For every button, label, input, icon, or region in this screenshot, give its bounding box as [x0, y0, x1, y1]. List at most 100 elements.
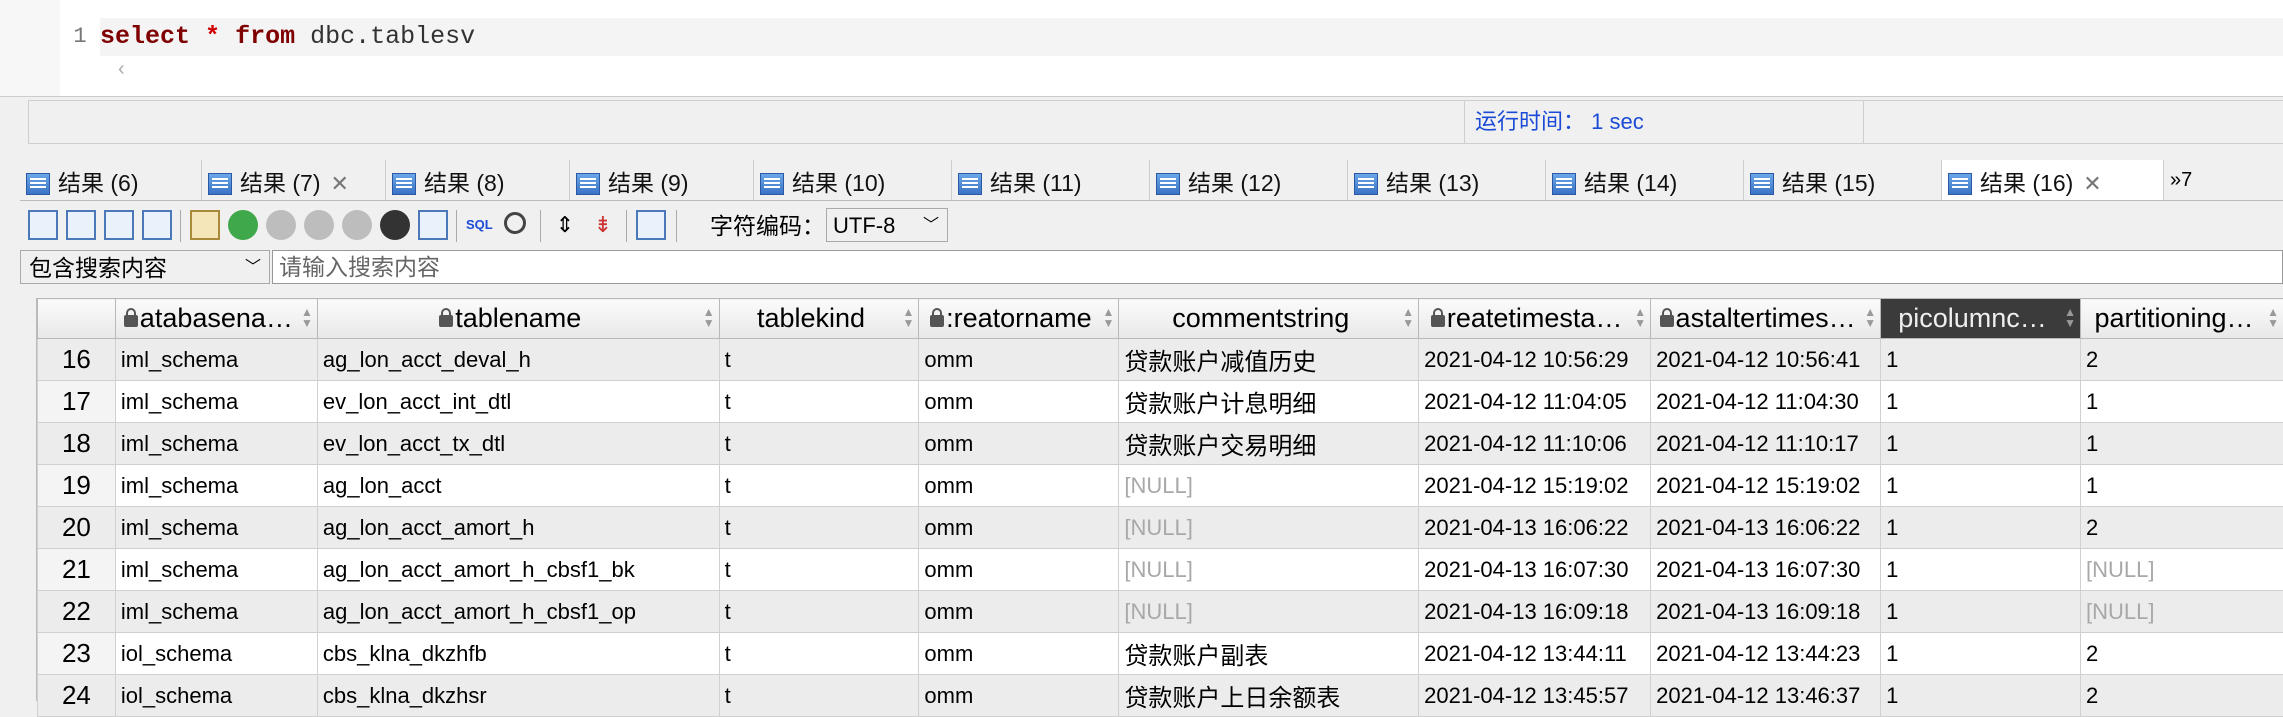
table-cell[interactable]: iol_schema [115, 633, 317, 675]
table-cell[interactable]: t [719, 339, 919, 381]
table-cell[interactable]: 2 [2081, 633, 2283, 675]
table-cell[interactable]: omm [919, 549, 1119, 591]
table-cell[interactable]: [NULL] [2081, 591, 2283, 633]
table-cell[interactable]: 1 [1881, 465, 2081, 507]
table-cell[interactable]: 贷款账户副表 [1119, 633, 1419, 675]
paste-icon[interactable] [190, 210, 220, 240]
table-cell[interactable]: 1 [1881, 633, 2081, 675]
table-cell[interactable]: iml_schema [115, 507, 317, 549]
table-cell[interactable]: 1 [2081, 465, 2283, 507]
table-cell[interactable]: [NULL] [1119, 591, 1419, 633]
table-cell[interactable]: cbs_klna_dkzhfb [317, 633, 719, 675]
table-row[interactable]: 17iml_schemaev_lon_acct_int_dtltomm贷款账户计… [38, 381, 2283, 423]
table-cell[interactable]: t [719, 423, 919, 465]
export-edit-icon[interactable] [142, 210, 172, 240]
table-cell[interactable]: omm [919, 591, 1119, 633]
table-cell[interactable]: 2021-04-13 16:07:30 [1651, 549, 1881, 591]
table-cell[interactable]: 2021-04-12 13:45:57 [1419, 675, 1651, 717]
table-cell[interactable]: 2021-04-12 11:10:06 [1419, 423, 1651, 465]
table-cell[interactable]: 1 [2081, 381, 2283, 423]
window-icon[interactable] [418, 210, 448, 240]
table-cell[interactable]: iml_schema [115, 549, 317, 591]
result-grid[interactable]: atabasena…▲▼ tablename▲▼ tablekind▲▼ :re… [36, 298, 2283, 701]
table-cell[interactable]: 1 [1881, 381, 2081, 423]
table-cell[interactable]: ev_lon_acct_tx_dtl [317, 423, 719, 465]
export-icon[interactable] [104, 210, 134, 240]
table-cell[interactable]: 贷款账户交易明细 [1119, 423, 1419, 465]
sort-icon[interactable]: ▲▼ [1402, 307, 1414, 329]
scroll-left-icon[interactable]: ‹ [118, 58, 125, 81]
table-cell[interactable]: ag_lon_acct_deval_h [317, 339, 719, 381]
tab-result-9[interactable]: 结果 (9) [570, 160, 754, 200]
close-icon[interactable]: ✕ [331, 171, 349, 196]
table-cell[interactable]: t [719, 507, 919, 549]
view-grid-icon[interactable] [28, 210, 58, 240]
table-cell[interactable]: 2021-04-12 11:04:05 [1419, 381, 1651, 423]
table-cell[interactable]: 2021-04-12 13:44:23 [1651, 633, 1881, 675]
tab-result-11[interactable]: 结果 (11) [952, 160, 1150, 200]
delete-row-icon[interactable] [266, 210, 296, 240]
table-cell[interactable]: t [719, 381, 919, 423]
table-cell[interactable]: 2021-04-13 16:09:18 [1651, 591, 1881, 633]
column-header-creatorname[interactable]: :reatorname▲▼ [919, 299, 1119, 339]
table-cell[interactable]: [NULL] [1119, 549, 1419, 591]
tab-result-6[interactable]: 结果 (6) [20, 160, 202, 200]
table-cell[interactable]: 1 [1881, 507, 2081, 549]
column-header-picolumncount[interactable]: picolumnc…▲▼ [1881, 299, 2081, 339]
table-cell[interactable]: 1 [1881, 675, 2081, 717]
column-header-partitioninglevels[interactable]: partitioning…▲▼ [2081, 299, 2283, 339]
table-cell[interactable]: 2021-04-13 16:06:22 [1419, 507, 1651, 549]
table-cell[interactable]: 1 [2081, 423, 2283, 465]
table-row[interactable]: 24iol_schemacbs_klna_dkzhsrtomm贷款账户上日余额表… [38, 675, 2283, 717]
sort-icon[interactable]: ▲▼ [1864, 307, 1876, 329]
table-cell[interactable]: iml_schema [115, 591, 317, 633]
confirm-icon[interactable] [304, 210, 334, 240]
column-header-commentstring[interactable]: commentstring▲▼ [1119, 299, 1419, 339]
column-header-databasename[interactable]: atabasena…▲▼ [115, 299, 317, 339]
sort-icon[interactable]: ▲▼ [2064, 307, 2076, 329]
search-mode-select[interactable]: 包含搜索内容﹀ [20, 250, 270, 284]
column-header-tablename[interactable]: tablename▲▼ [317, 299, 719, 339]
column-header-tablekind[interactable]: tablekind▲▼ [719, 299, 919, 339]
code-line[interactable]: select * from dbc.tablesv [100, 18, 2283, 56]
table-cell[interactable]: omm [919, 633, 1119, 675]
sort-icon[interactable]: ▲▼ [301, 307, 313, 329]
tab-result-14[interactable]: 结果 (14) [1546, 160, 1744, 200]
table-row[interactable]: 22iml_schemaag_lon_acct_amort_h_cbsf1_op… [38, 591, 2283, 633]
close-icon[interactable]: ✕ [2083, 171, 2101, 196]
table-cell[interactable]: t [719, 633, 919, 675]
column-header-lastaltertimestamp[interactable]: astaltertimes…▲▼ [1651, 299, 1881, 339]
sort-icon[interactable]: ▲▼ [2267, 307, 2279, 329]
sort-icon[interactable]: ▲▼ [1102, 307, 1114, 329]
collapse-clear-icon[interactable]: ⇟ [588, 210, 618, 240]
table-cell[interactable]: 贷款账户上日余额表 [1119, 675, 1419, 717]
table-cell[interactable]: iml_schema [115, 381, 317, 423]
table-cell[interactable]: iol_schema [115, 675, 317, 717]
table-cell[interactable]: 2021-04-13 16:09:18 [1419, 591, 1651, 633]
tab-result-15[interactable]: 结果 (15) [1744, 160, 1942, 200]
table-cell[interactable]: 2021-04-12 13:44:11 [1419, 633, 1651, 675]
table-cell[interactable]: 1 [1881, 423, 2081, 465]
table-cell[interactable]: [NULL] [2081, 549, 2283, 591]
table-cell[interactable]: omm [919, 423, 1119, 465]
table-cell[interactable]: iml_schema [115, 423, 317, 465]
refresh-icon[interactable] [380, 210, 410, 240]
table-cell[interactable]: ag_lon_acct_amort_h_cbsf1_op [317, 591, 719, 633]
table-row[interactable]: 16iml_schemaag_lon_acct_deval_htomm贷款账户减… [38, 339, 2283, 381]
table-cell[interactable]: 1 [1881, 591, 2081, 633]
tab-result-8[interactable]: 结果 (8) [386, 160, 570, 200]
sql-editor[interactable]: 1 select * from dbc.tablesv ‹ [0, 0, 2283, 97]
add-row-icon[interactable] [228, 210, 258, 240]
table-row[interactable]: 23iol_schemacbs_klna_dkzhfbtomm贷款账户副表202… [38, 633, 2283, 675]
table-cell[interactable]: iml_schema [115, 339, 317, 381]
table-cell[interactable]: omm [919, 675, 1119, 717]
table-cell[interactable]: t [719, 465, 919, 507]
table-cell[interactable]: 2021-04-12 15:19:02 [1651, 465, 1881, 507]
table-cell[interactable]: 2021-04-12 11:10:17 [1651, 423, 1881, 465]
table-cell[interactable]: 贷款账户计息明细 [1119, 381, 1419, 423]
tab-result-12[interactable]: 结果 (12) [1150, 160, 1348, 200]
cancel-icon[interactable] [342, 210, 372, 240]
table-cell[interactable]: 2021-04-13 16:07:30 [1419, 549, 1651, 591]
expand-collapse-icon[interactable]: ⇕ [550, 210, 580, 240]
tab-result-10[interactable]: 结果 (10) [754, 160, 952, 200]
